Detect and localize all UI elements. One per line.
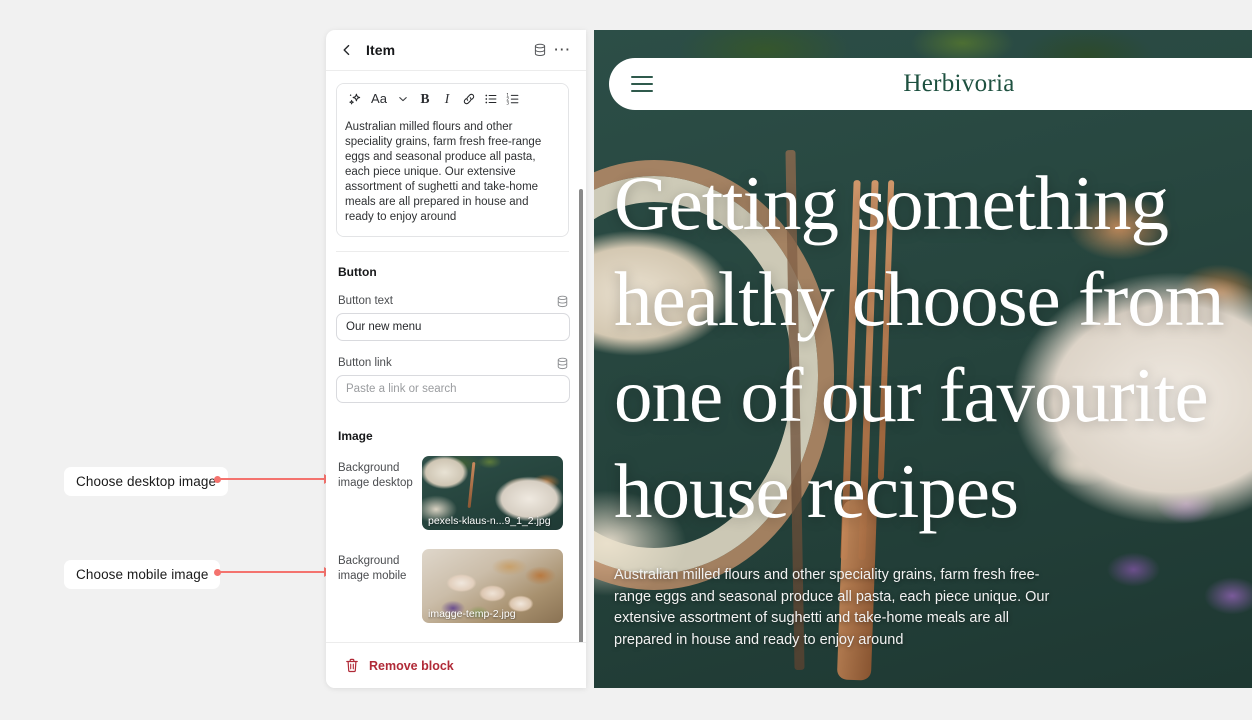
button-link-label: Button link: [338, 357, 392, 369]
site-preview: Herbivoria Getting something healthy cho…: [594, 30, 1252, 688]
hero-heading: Getting something healthy choose from on…: [614, 160, 1225, 534]
italic-button[interactable]: I: [436, 88, 458, 110]
field-button-text: Button text: [336, 294, 570, 341]
svg-text:3: 3: [506, 100, 509, 105]
background-image-mobile-filename: imagge-temp-2.jpg: [428, 608, 516, 620]
database-icon[interactable]: [555, 294, 569, 308]
item-editor-panel: Item ⋯ Aa B I 1 2 3 Australian milled fl…: [326, 30, 586, 688]
database-icon[interactable]: [529, 39, 551, 61]
row-background-image-desktop: Background image desktop pexels-klaus-n.…: [336, 456, 569, 530]
background-image-desktop-thumbnail[interactable]: pexels-klaus-n...9_1_2.jpg: [422, 456, 563, 530]
page-title: Item: [366, 42, 396, 58]
button-text-label: Button text: [338, 295, 393, 307]
database-icon[interactable]: [555, 356, 569, 370]
arrow-line: [218, 478, 326, 480]
more-dots: ⋯: [553, 40, 571, 59]
background-image-desktop-label: Background image desktop: [338, 462, 413, 489]
bold-button[interactable]: B: [414, 88, 436, 110]
annotation-label-desktop: Choose desktop image: [64, 467, 229, 496]
hamburger-menu-icon[interactable]: [631, 76, 653, 92]
more-horizontal-icon[interactable]: ⋯: [551, 39, 573, 61]
section-title-image: Image: [338, 429, 373, 443]
arrow-line: [218, 571, 326, 573]
link-icon[interactable]: [458, 88, 480, 110]
background-image-mobile-thumbnail[interactable]: imagge-temp-2.jpg: [422, 549, 563, 623]
ai-sparkle-icon[interactable]: [344, 88, 366, 110]
panel-scroll-area: Aa B I 1 2 3 Australian milled flours an…: [326, 71, 586, 642]
site-header-bar: Herbivoria: [609, 58, 1252, 110]
section-title-button: Button: [338, 265, 377, 279]
rich-text-editor[interactable]: Aa B I 1 2 3 Australian milled flours an…: [336, 83, 569, 237]
annotation-arrow-desktop: [214, 473, 332, 485]
background-image-mobile-label: Background image mobile: [338, 555, 407, 582]
panel-footer: Remove block: [326, 642, 586, 688]
editor-toolbar: Aa B I 1 2 3: [337, 84, 568, 113]
panel-scrollbar[interactable]: [579, 189, 583, 642]
remove-block-button[interactable]: Remove block: [345, 658, 454, 673]
panel-header: Item ⋯: [326, 30, 586, 71]
button-text-input[interactable]: [336, 313, 570, 341]
hero-content: Getting something healthy choose from on…: [614, 155, 1232, 651]
section-divider: [336, 251, 569, 252]
text-style-label: Aa: [371, 91, 387, 106]
screen: Choose desktop image Choose mobile image…: [0, 0, 1252, 720]
chevron-down-icon[interactable]: [392, 88, 414, 110]
button-link-input[interactable]: [336, 375, 570, 403]
numbered-list-icon[interactable]: 1 2 3: [502, 88, 524, 110]
text-style-button[interactable]: Aa: [366, 88, 392, 110]
field-button-link: Button link: [336, 356, 570, 403]
trash-icon: [346, 658, 358, 673]
bullet-list-icon[interactable]: [480, 88, 502, 110]
chevron-left-icon[interactable]: [337, 40, 357, 60]
remove-block-label: Remove block: [369, 658, 454, 673]
row-background-image-mobile: Background image mobile imagge-temp-2.jp…: [336, 549, 569, 623]
annotation-label-mobile: Choose mobile image: [64, 560, 221, 589]
editor-body-text[interactable]: Australian milled flours and other speci…: [337, 113, 568, 236]
annotation-arrow-mobile: [214, 566, 332, 578]
background-image-desktop-filename: pexels-klaus-n...9_1_2.jpg: [428, 515, 551, 527]
brand-logo: Herbivoria: [903, 70, 1015, 97]
hero-paragraph: Australian milled flours and other speci…: [614, 567, 1050, 648]
